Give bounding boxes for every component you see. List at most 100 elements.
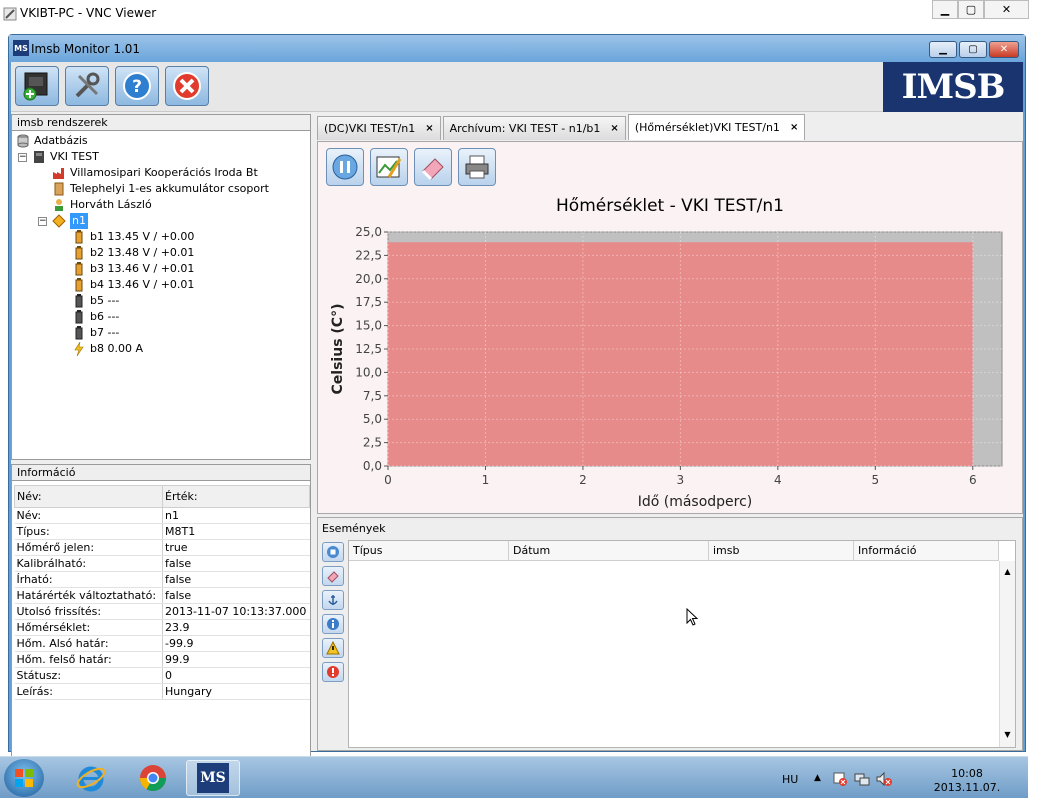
tree-item-battery[interactable]: b5 --- [72,293,119,309]
events-column-imsb[interactable]: imsb [709,541,854,560]
tab-close-icon[interactable]: × [610,123,618,134]
clear-events-button[interactable] [322,566,344,586]
taskbar-imsb-monitor[interactable]: MS [186,760,240,796]
info-row[interactable]: Határérték változtatható: false [14,587,310,604]
info-row[interactable]: Utolsó frissítés: 2013-11-07 10:13:37.000 [14,603,310,620]
info-row[interactable]: Kalibrálható: false [14,555,310,572]
processor-add-icon [23,72,48,101]
action-center-icon[interactable] [832,771,848,787]
tree-item-person[interactable]: Horváth László [52,197,152,213]
info-row[interactable]: Hőmérséklet: 23.9 [14,619,310,636]
tree-collapse-toggle[interactable]: − [18,153,27,162]
tree-item-battery[interactable]: b4 13.46 V / +0.01 [72,277,194,293]
app-maximize-button[interactable]: ▢ [959,41,987,58]
info-row[interactable]: Státusz: 0 [14,667,310,684]
tree-item-battery[interactable]: b3 13.46 V / +0.01 [72,261,194,277]
info-row[interactable]: Típus: M8T1 [14,523,310,540]
x-tick-label: 2 [579,473,587,487]
settings-button[interactable] [65,66,109,106]
filter-info-button[interactable] [322,614,344,634]
vnc-close-button[interactable]: ✕ [984,0,1029,19]
tree-item-label: b1 13.45 V / +0.00 [90,230,195,243]
chart-edit-button[interactable] [370,148,408,186]
events-column-date[interactable]: Dátum [509,541,709,560]
tree-item-label: Horváth László [70,198,152,211]
tree-panel-caption: imsb rendszerek [12,115,310,131]
info-row-name: Leírás: [14,683,163,700]
user-icon [55,199,63,211]
tree-item-battery[interactable]: b6 --- [72,309,119,325]
tree-item-label: Villamosipari Kooperációs Iroda Bt [70,166,258,179]
taskbar-chrome[interactable] [126,760,180,796]
clear-chart-button[interactable] [414,148,452,186]
tree-item-label: b8 0.00 A [90,342,143,355]
system-tray: HU ▲ 10:08 2013.11.07. [782,761,1002,795]
scroll-up-icon[interactable]: ▲ [1000,567,1015,576]
events-column-info[interactable]: Információ [854,541,999,560]
stop-events-button[interactable] [322,542,344,562]
info-row[interactable]: Név: n1 [14,507,310,524]
system-clock[interactable]: 10:08 2013.11.07. [932,767,1002,795]
tree-item-database[interactable]: Adatbázis [16,133,88,149]
app-close-button[interactable]: ✕ [989,41,1019,58]
vnc-titlebar: VKIBT-PC - VNC Viewer ▁ ▢ ✕ [0,0,1057,30]
tab-close-icon[interactable]: × [425,123,433,134]
tree-item-label: b7 --- [90,326,120,339]
events-column-type[interactable]: Típus [349,541,509,560]
filter-error-button[interactable] [322,662,344,682]
language-indicator[interactable]: HU [782,773,798,786]
tree-item-battery[interactable]: b2 13.48 V / +0.01 [72,245,194,261]
info-row[interactable]: Hőm. felső határ: 99.9 [14,651,310,668]
tree-item-battery[interactable]: b7 --- [72,325,119,341]
tab-archive[interactable]: Archívum: VKI TEST - n1/b1 × [442,116,626,140]
tree-item-label: b3 13.46 V / +0.01 [90,262,195,275]
filter-warning-button[interactable] [322,638,344,658]
info-column-header[interactable]: Név: [14,485,163,508]
print-button[interactable] [458,148,496,186]
info-row-name: Hőm. Alsó határ: [14,635,163,652]
pause-button[interactable] [326,148,364,186]
help-button[interactable]: ? [115,66,159,106]
x-tick-label: 0 [384,473,392,487]
info-row[interactable]: Hőmérő jelen: true [14,539,310,556]
taskbar: MS HU ▲ 10:08 2013.11.07. [0,756,1028,798]
events-scrollbar[interactable]: ▲ ▼ [999,561,1015,747]
vnc-minimize-button[interactable]: ▁ [932,0,958,19]
app-body: ? IMSB imsb rendszerek Adatbázis − VKI T… [11,62,1023,776]
tree-item-n1[interactable]: n1 [52,213,88,229]
info-row-value: 99.9 [162,651,310,668]
app-minimize-button[interactable]: ▁ [929,41,957,58]
volume-muted-icon[interactable] [876,771,892,787]
anchor-button[interactable] [322,590,344,610]
tab-close-icon[interactable]: × [790,122,798,133]
add-processor-button[interactable] [15,66,59,106]
info-icon [327,618,339,630]
start-button[interactable] [4,759,44,797]
tree-item-company[interactable]: Villamosipari Kooperációs Iroda Bt [52,165,258,181]
tree-item-label: VKI TEST [50,150,99,163]
scroll-down-icon[interactable]: ▼ [1000,730,1015,739]
tree-item-battery[interactable]: b1 13.45 V / +0.00 [72,229,194,245]
events-table-header: Típus Dátum imsb Információ [349,541,999,561]
y-axis-label: Celsius (C°) [330,304,346,395]
tools-icon [75,72,100,98]
x-tick-label: 6 [969,473,977,487]
vnc-maximize-button[interactable]: ▢ [958,0,984,19]
tab-dc[interactable]: (DC)VKI TEST/n1 × [317,116,441,140]
taskbar-internet-explorer[interactable] [64,760,118,796]
info-column-header[interactable]: Érték: [162,485,310,508]
tree-collapse-toggle[interactable]: − [38,217,47,226]
y-tick-label: 12,5 [355,342,382,356]
show-hidden-icons-icon[interactable]: ▲ [814,773,821,783]
network-icon[interactable] [854,771,870,787]
tree-item-vki-test[interactable]: VKI TEST [32,149,99,165]
y-tick-label: 0,0 [363,459,382,473]
info-row[interactable]: Hőm. Alsó határ: -99.9 [14,635,310,652]
tree-item-site[interactable]: Telephelyi 1-es akkumulátor csoport [52,181,269,197]
info-row[interactable]: Írható: false [14,571,310,588]
tab-temperature[interactable]: (Hőmérséklet)VKI TEST/n1 × [627,114,806,140]
exit-button[interactable] [165,66,209,106]
info-row[interactable]: Leírás: Hungary [14,683,310,700]
tree-item-current[interactable]: b8 0.00 A [72,341,143,357]
eraser-icon [327,571,339,583]
